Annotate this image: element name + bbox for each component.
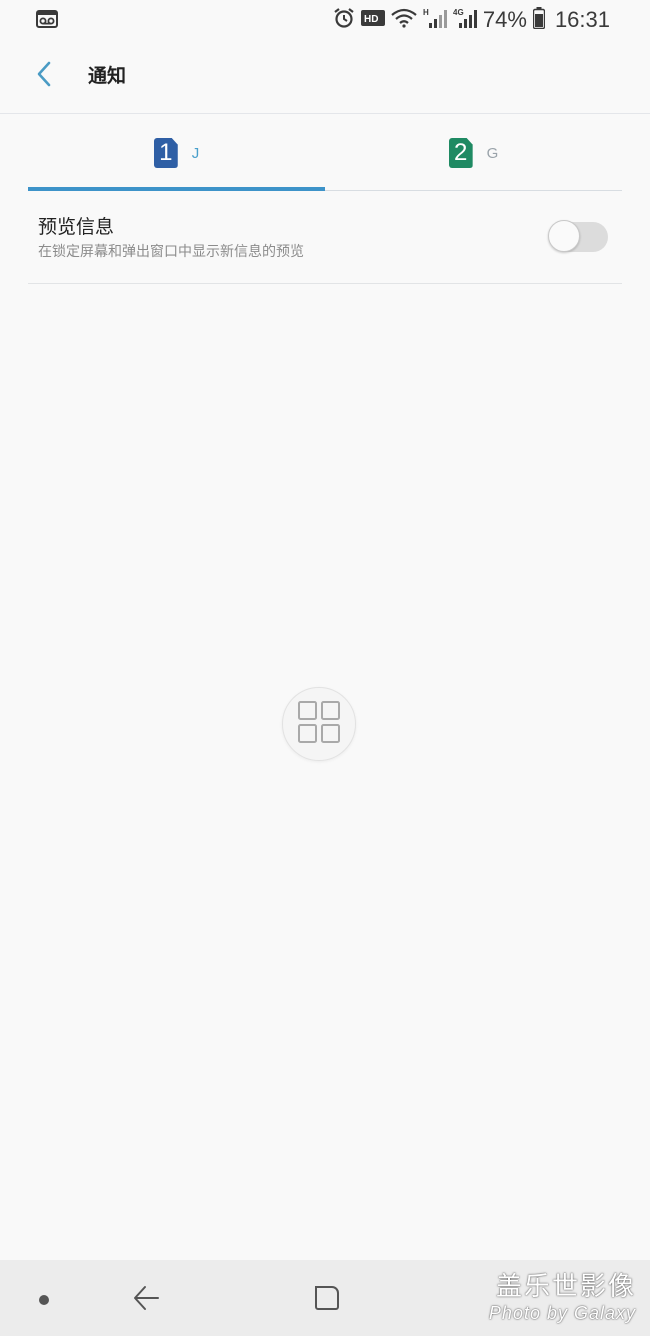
signal-4g-icon: 4G	[453, 7, 477, 33]
sim-2-icon: 2	[448, 138, 473, 168]
watermark: 盖乐世影像 Photo by Galaxy	[489, 1272, 636, 1324]
h-text: H	[423, 8, 429, 17]
floating-assistant-button[interactable]	[282, 687, 356, 761]
lte-text: 4G	[453, 8, 464, 17]
toggle-knob	[548, 220, 580, 252]
sim-2-label: G	[486, 144, 499, 162]
screen: HD H 4G 74% 16:31 通知 1 J 2 G 预览信息 在锁定屏幕和…	[0, 0, 650, 1336]
watermark-main: 盖乐世影像	[495, 1272, 636, 1302]
page-title: 通知	[88, 65, 127, 87]
tab-sim-1[interactable]: 1 J	[28, 116, 325, 191]
app-header: 通知	[0, 40, 650, 114]
battery-percent: 74%	[482, 7, 527, 32]
status-bar: HD H 4G 74% 16:31	[0, 0, 650, 40]
battery-icon	[532, 7, 546, 33]
grid-icon	[297, 700, 341, 748]
signal-h-icon: H	[423, 7, 447, 33]
wifi-icon	[391, 7, 417, 33]
setting-title: 预览信息	[38, 216, 115, 238]
clock: 16:31	[554, 7, 610, 32]
setting-description: 在锁定屏幕和弹出窗口中显示新信息的预览	[38, 244, 304, 260]
nav-dot-button[interactable]	[22, 1278, 66, 1322]
sim-1-number: 1	[159, 139, 173, 166]
back-arrow-icon	[131, 1283, 161, 1317]
dot-icon	[38, 1291, 50, 1310]
tab-sim-2[interactable]: 2 G	[325, 116, 622, 190]
voicemail-icon	[36, 9, 58, 33]
nav-recents-button[interactable]	[305, 1278, 349, 1322]
chevron-left-icon	[34, 60, 54, 92]
sim-1-label: J	[191, 144, 200, 162]
sim-1-icon: 1	[153, 138, 178, 168]
alarm-icon	[333, 7, 355, 33]
sim-2-number: 2	[453, 139, 468, 166]
hd-voice-icon: HD	[360, 9, 385, 31]
recents-icon	[312, 1283, 342, 1317]
watermark-sub: Photo by Galaxy	[488, 1303, 636, 1323]
preview-toggle[interactable]	[548, 220, 608, 252]
hd-text: HD	[364, 14, 378, 25]
sim-tabs: 1 J 2 G	[28, 116, 622, 191]
nav-back-button[interactable]	[124, 1278, 168, 1322]
back-button[interactable]	[26, 58, 62, 94]
preview-messages-setting[interactable]: 预览信息 在锁定屏幕和弹出窗口中显示新信息的预览	[28, 192, 622, 284]
